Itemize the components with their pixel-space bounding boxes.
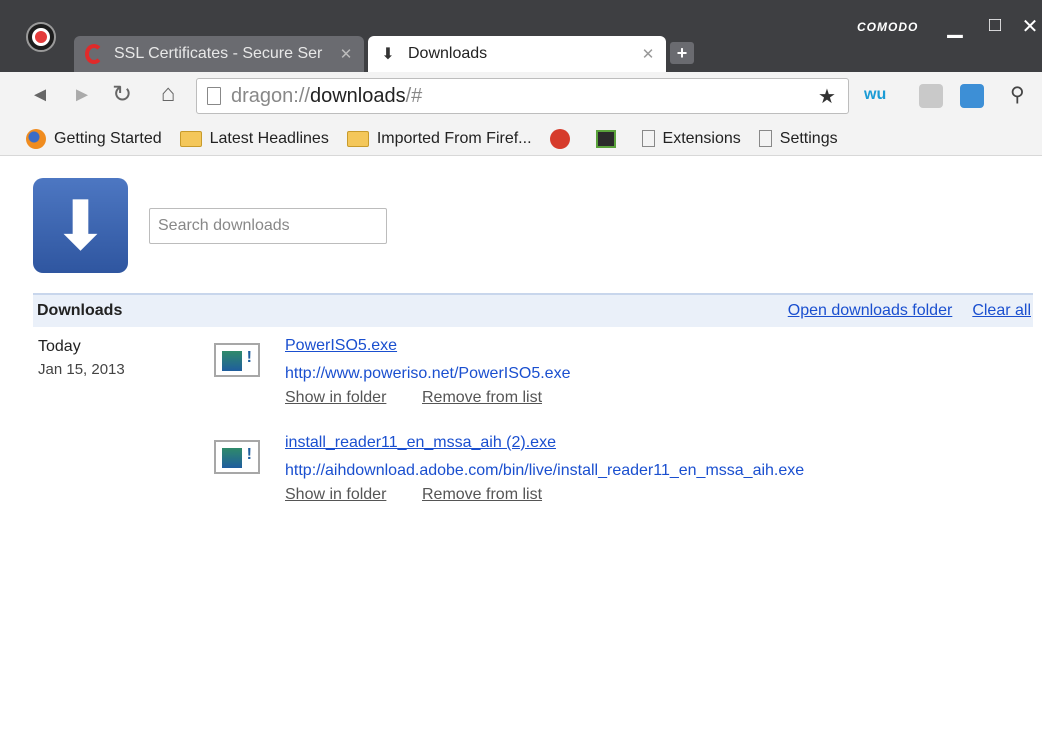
folder-icon <box>179 130 202 147</box>
url-path: downloads <box>309 84 406 107</box>
close-window-button[interactable]: ✕ <box>1018 14 1042 39</box>
bookmark-label: Extensions <box>662 129 741 147</box>
bookmark-getting-started[interactable]: Getting Started <box>26 128 162 149</box>
downloads-logo-icon: ⬇ <box>33 178 128 273</box>
bookmark-angry-birds[interactable] <box>549 128 578 149</box>
maximize-button[interactable]: □ <box>983 14 1007 37</box>
date-full: Jan 15, 2013 <box>38 361 125 378</box>
remove-from-list-link[interactable]: Remove from list <box>422 486 542 504</box>
file-name-link[interactable]: install_reader11_en_mssa_aih (2).exe <box>285 434 556 452</box>
toolbar: ◄ ► ↻ ⌂ dragon:// downloads /# ★ wu ⚲ <box>0 72 1042 122</box>
brand-label: COMODO <box>857 20 919 34</box>
tab-title: SSL Certificates - Secure Ser <box>114 45 323 62</box>
extension-blue-icon[interactable] <box>960 84 984 108</box>
file-name-link[interactable]: PowerISO5.exe <box>285 337 397 355</box>
home-button[interactable]: ⌂ <box>156 80 180 108</box>
download-item: ! PowerISO5.exe http://www.poweriso.net/… <box>214 337 1014 417</box>
bookmarks-bar: Getting Started Latest Headlines Importe… <box>0 122 1042 156</box>
clear-all-link[interactable]: Clear all <box>972 302 1031 320</box>
firefox-icon <box>26 128 46 149</box>
close-icon[interactable]: ✕ <box>640 45 656 63</box>
bookmark-latest-headlines[interactable]: Latest Headlines <box>179 129 329 148</box>
download-item: ! install_reader11_en_mssa_aih (2).exe h… <box>214 434 1014 514</box>
bookmark-imported-from-firefox[interactable]: Imported From Firef... <box>346 129 532 148</box>
download-arrow-icon: ⬇ <box>381 46 395 63</box>
page-icon <box>207 87 221 105</box>
show-in-folder-link[interactable]: Show in folder <box>285 486 386 504</box>
date-label: Today <box>38 338 81 355</box>
remove-from-list-link[interactable]: Remove from list <box>422 389 542 407</box>
title-bar: SSL Certificates - Secure Ser ✕ ⬇ Downlo… <box>0 0 1042 72</box>
angry-bird-icon <box>549 128 570 149</box>
new-tab-button[interactable]: + <box>670 42 694 64</box>
show-in-folder-link[interactable]: Show in folder <box>285 389 386 407</box>
page-icon <box>758 130 772 147</box>
forward-button[interactable]: ► <box>70 84 94 107</box>
reload-button[interactable]: ↻ <box>110 80 134 109</box>
tab-downloads[interactable]: ⬇ Downloads ✕ <box>368 36 666 72</box>
tab-title: Downloads <box>408 45 488 62</box>
bookmark-label: Getting Started <box>54 129 162 147</box>
bookmark-label: Settings <box>779 129 838 147</box>
page-icon <box>641 130 655 147</box>
film-icon <box>595 129 616 148</box>
bookmark-label: Imported From Firef... <box>376 129 532 147</box>
search-downloads-input[interactable] <box>149 208 387 244</box>
exe-file-icon: ! <box>214 440 260 474</box>
downloads-header: Downloads Open downloads folder Clear al… <box>33 293 1033 327</box>
close-icon[interactable]: ✕ <box>338 45 354 63</box>
minimize-button[interactable]: ▁ <box>943 14 967 39</box>
file-url: http://www.poweriso.net/PowerISO5.exe <box>285 365 571 382</box>
extension-grid-icon[interactable] <box>919 84 943 108</box>
file-url: http://aihdownload.adobe.com/bin/live/in… <box>285 462 805 479</box>
bookmark-label: Latest Headlines <box>209 129 329 147</box>
folder-icon <box>346 130 369 147</box>
address-bar[interactable]: dragon:// downloads /# <box>196 78 849 114</box>
open-downloads-folder-link[interactable]: Open downloads folder <box>788 302 953 320</box>
dragon-logo-icon[interactable] <box>26 22 56 52</box>
comodo-c-icon <box>84 43 104 65</box>
back-button[interactable]: ◄ <box>28 84 52 107</box>
bookmark-star-icon[interactable]: ★ <box>818 84 836 109</box>
wrench-icon[interactable]: ⚲ <box>1010 82 1034 106</box>
tab-ssl-certificates[interactable]: SSL Certificates - Secure Ser ✕ <box>74 36 364 72</box>
bookmark-film[interactable] <box>595 129 624 148</box>
extension-wu-icon[interactable]: wu <box>864 86 888 110</box>
url-fragment: /# <box>405 84 423 107</box>
section-title: Downloads <box>37 302 123 319</box>
bookmark-extensions[interactable]: Extensions <box>641 129 741 148</box>
bookmark-settings[interactable]: Settings <box>758 129 838 148</box>
url-scheme: dragon:// <box>231 84 310 107</box>
exe-file-icon: ! <box>214 343 260 377</box>
